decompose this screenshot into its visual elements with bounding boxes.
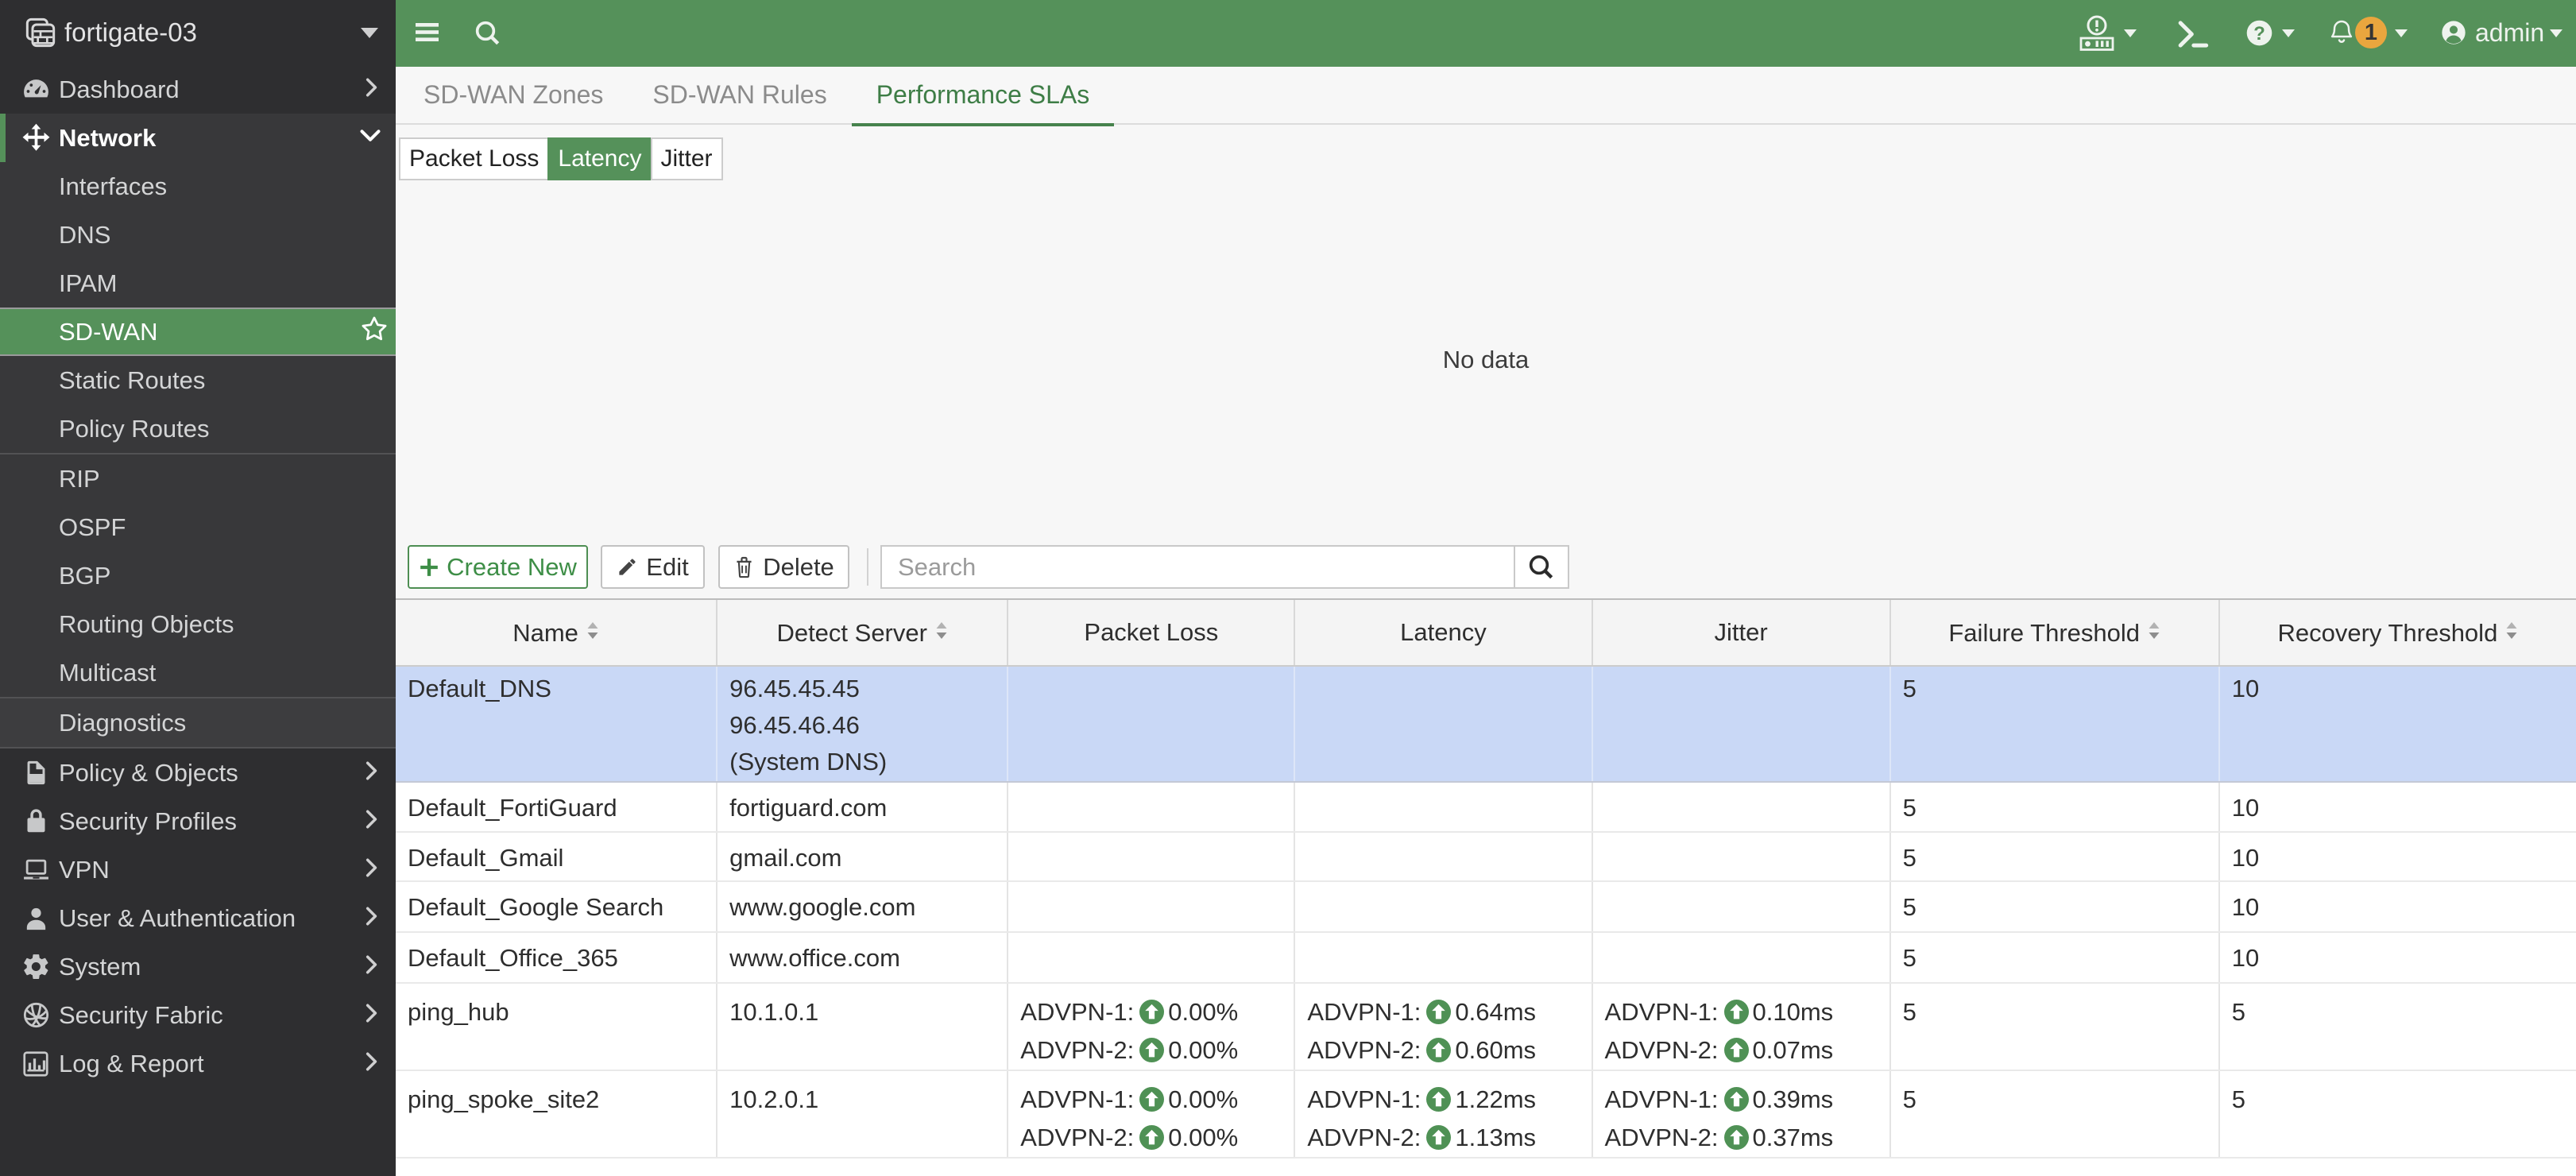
svg-text:?: ? <box>2253 23 2265 44</box>
